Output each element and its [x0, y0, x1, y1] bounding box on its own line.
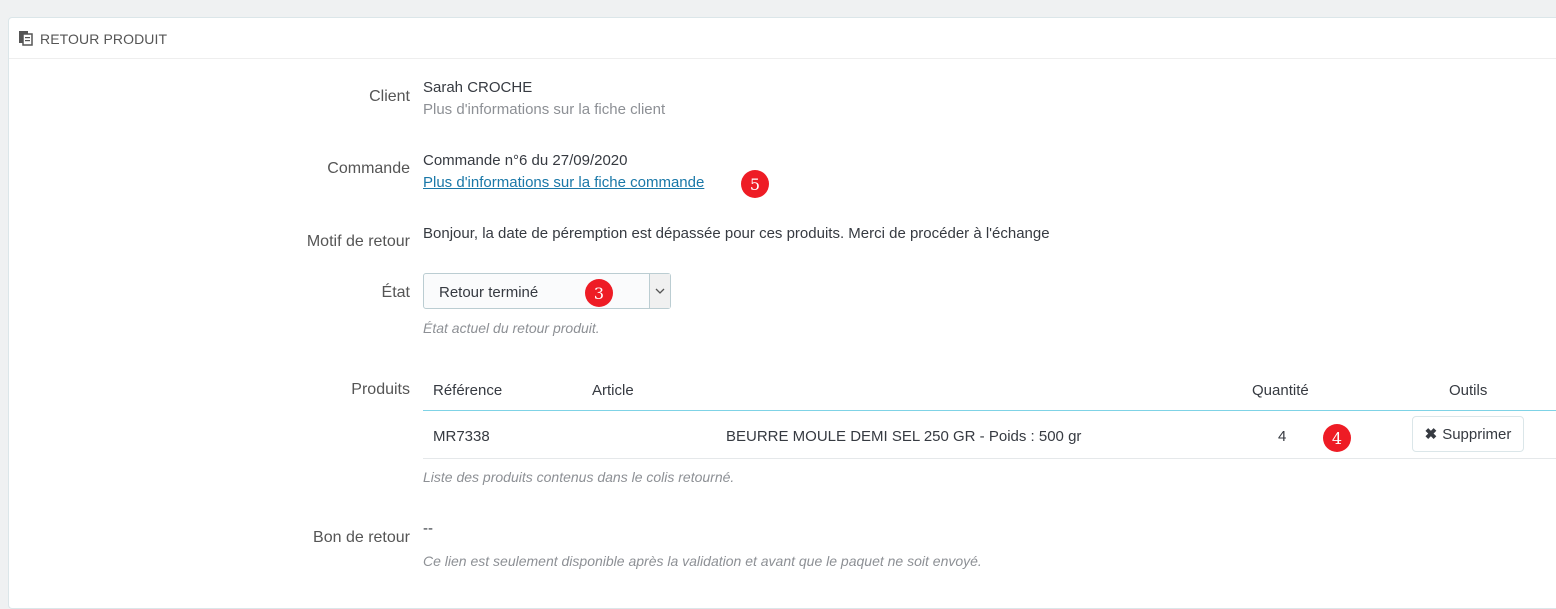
- client-name: Sarah CROCHE: [423, 79, 533, 96]
- panel-heading: RETOUR PRODUIT: [9, 18, 1556, 59]
- return-panel: RETOUR PRODUIT: [8, 17, 1556, 609]
- order-details-link[interactable]: Plus d'informations sur la fiche command…: [423, 174, 704, 191]
- order-label: Commande: [327, 160, 410, 177]
- return-slip-hint: Ce lien est seulement disponible après l…: [423, 553, 982, 569]
- col-tools: Outils: [1449, 382, 1488, 399]
- table-header-divider: [423, 410, 1556, 411]
- return-slip-label: Bon de retour: [313, 529, 410, 546]
- reason-text: Bonjour, la date de péremption est dépas…: [423, 225, 1050, 242]
- table-row-divider: [423, 458, 1556, 459]
- state-select-toggle[interactable]: [649, 274, 670, 308]
- order-text: Commande n°6 du 27/09/2020: [423, 152, 628, 169]
- col-quantity: Quantité: [1252, 382, 1309, 399]
- document-copy-icon: [19, 31, 33, 46]
- col-reference: Référence: [433, 382, 503, 399]
- col-article: Article: [592, 382, 634, 399]
- panel-title: RETOUR PRODUIT: [40, 31, 168, 47]
- return-slip-value: --: [423, 520, 433, 537]
- reason-label: Motif de retour: [306, 233, 410, 250]
- annotation-badge-4: 4: [1323, 424, 1351, 452]
- delete-button-label: Supprimer: [1442, 425, 1512, 443]
- products-hint: Liste des produits contenus dans le coli…: [423, 469, 735, 485]
- state-hint: État actuel du retour produit.: [423, 320, 600, 336]
- annotation-badge-5: 5: [741, 170, 769, 198]
- cell-reference: MR7338: [433, 428, 490, 445]
- annotation-badge-3: 3: [585, 279, 613, 307]
- client-info-text: Plus d'informations sur la fiche client: [423, 101, 666, 118]
- chevron-down-icon: [655, 288, 665, 294]
- state-label: État: [381, 284, 410, 301]
- state-select[interactable]: Retour terminé: [423, 273, 671, 309]
- products-label: Produits: [351, 381, 410, 398]
- cell-quantity: 4: [1278, 428, 1287, 445]
- close-icon: ✖: [1424, 426, 1438, 443]
- client-label: Client: [369, 88, 410, 105]
- delete-product-button[interactable]: ✖ Supprimer: [1412, 416, 1524, 452]
- cell-article: BEURRE MOULE DEMI SEL 250 GR - Poids : 5…: [726, 428, 1082, 445]
- state-select-value: Retour terminé: [439, 284, 539, 301]
